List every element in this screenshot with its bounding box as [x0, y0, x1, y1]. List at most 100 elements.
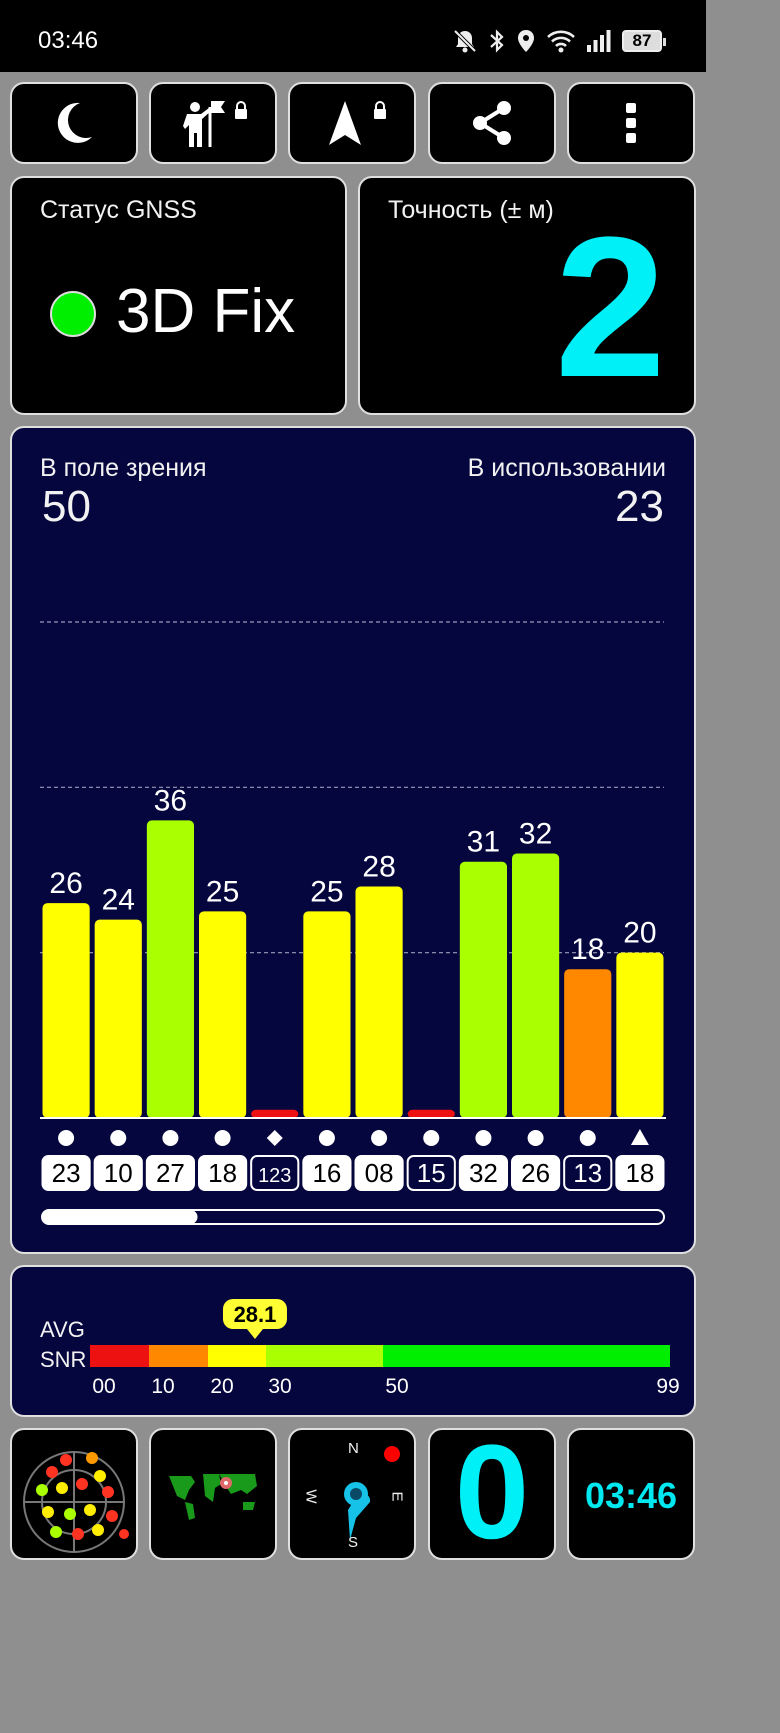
constellation-marker [527, 1130, 544, 1146]
signal-icon [587, 30, 611, 52]
snr-bar [251, 1109, 299, 1118]
snr-bar [94, 919, 142, 1118]
satellite-id: 15 [417, 1158, 446, 1188]
snr-bar-chart: 26 23 24 10 36 27 25 18 123 25 16 28 08 15 31 32 32 26 18 1… [40, 621, 666, 1225]
snr-scale-segment [383, 1345, 670, 1367]
clock-button[interactable]: 03:46 [567, 1428, 695, 1560]
snr-bar [303, 911, 351, 1118]
world-map-button[interactable] [149, 1428, 277, 1560]
snr-value-label: 25 [206, 875, 239, 908]
snr-bar [616, 952, 664, 1118]
snr-scale-tick: 99 [656, 1375, 679, 1398]
snr-value-label: 20 [623, 917, 656, 950]
satellite-id: 32 [469, 1158, 498, 1188]
person-flag-icon [183, 101, 247, 147]
gnss-status-label: Статус GNSS [40, 196, 197, 224]
more-vertical-icon [626, 103, 636, 143]
accuracy-card: Точность (± м) 2 [358, 176, 696, 415]
share-icon [473, 101, 511, 145]
satellite-id: 18 [625, 1158, 654, 1188]
satellite-id: 23 [52, 1158, 81, 1188]
satellite-id: 27 [156, 1158, 185, 1188]
constellation-marker [475, 1130, 492, 1146]
navigation-arrow-icon [329, 101, 386, 145]
snr-value-label: 36 [154, 784, 187, 817]
battery-icon: 87 [622, 30, 666, 52]
satellites-card: В поле зрения 50 В использовании 23 26 23… [10, 426, 696, 1254]
snr-scale-segment [149, 1345, 208, 1367]
fix-indicator-icon [50, 291, 96, 337]
fix-status-value: 3D Fix [116, 277, 296, 346]
constellation-marker [214, 1130, 231, 1146]
compass-s-label: S [348, 1534, 359, 1551]
sky-view-button[interactable] [10, 1428, 138, 1560]
snr-value-label: 24 [102, 884, 135, 917]
avg-snr-card: AVG SNR 00 10 20 30 50 99 28.1 [10, 1265, 696, 1417]
satellite-id: 16 [312, 1158, 341, 1188]
constellation-marker [630, 1129, 649, 1145]
status-bar: 03:46 87 [0, 0, 706, 72]
location-pin-icon [518, 30, 534, 52]
constellation-marker [423, 1130, 440, 1146]
snr-scale-segment [266, 1345, 383, 1367]
snr-bar [146, 820, 194, 1118]
bell-muted-icon [453, 29, 477, 53]
snr-value-label: 28 [362, 851, 395, 884]
snr-value-label: 26 [49, 867, 82, 900]
bluetooth-icon [490, 29, 504, 53]
snr-bar [407, 1109, 455, 1118]
moon-icon [57, 102, 92, 143]
compass-e-label: E [388, 1491, 406, 1502]
constellation-marker [318, 1130, 335, 1146]
snr-bar [459, 861, 507, 1118]
snr-scale-segment [90, 1345, 149, 1367]
snr-scale-tick: 00 [92, 1375, 115, 1398]
snr-bar [564, 969, 612, 1118]
snr-scale-tick: 30 [268, 1375, 291, 1398]
share-button[interactable] [428, 82, 556, 164]
constellation-marker [162, 1130, 179, 1146]
compass-button[interactable]: N E S W [288, 1428, 416, 1560]
world-map-icon [165, 1470, 265, 1520]
status-time: 03:46 [38, 27, 99, 54]
gnss-status-card: Статус GNSS 3D Fix [10, 176, 347, 415]
compass-n-label: N [348, 1440, 359, 1457]
avg-snr-value: 28.1 [234, 1302, 277, 1327]
constellation-marker [266, 1130, 283, 1146]
satellite-id: 13 [573, 1158, 602, 1188]
snr-scale-segment [208, 1345, 266, 1367]
status-icons: 87 [452, 24, 666, 58]
counter-button[interactable]: 0 [428, 1428, 556, 1560]
constellation-marker [58, 1130, 75, 1146]
snr-bar [42, 903, 90, 1118]
satellite-id: 08 [365, 1158, 394, 1188]
more-button[interactable] [567, 82, 695, 164]
snr-bar [199, 911, 247, 1118]
constellation-marker [110, 1130, 127, 1146]
satellite-id: 18 [208, 1158, 237, 1188]
constellation-marker [579, 1130, 596, 1146]
satellite-id: 26 [521, 1158, 550, 1188]
night-mode-button[interactable] [10, 82, 138, 164]
avg-snr-scale: 00 10 20 30 50 99 28.1 [90, 1299, 680, 1398]
snr-bar [512, 853, 560, 1118]
compass-w-label: W [302, 1489, 320, 1504]
waypoint-button[interactable] [149, 82, 277, 164]
snr-value-label: 32 [519, 817, 552, 850]
satellite-id: 10 [104, 1158, 133, 1188]
snr-scale-tick: 10 [151, 1375, 174, 1398]
wifi-icon [547, 30, 575, 53]
snr-value-label: 25 [310, 875, 343, 908]
chart-scrollbar-thumb [42, 1210, 198, 1224]
snr-scale-tick: 50 [385, 1375, 408, 1398]
accuracy-label: Точность (± м) [388, 196, 554, 224]
constellation-marker [371, 1130, 388, 1146]
snr-value-label: 18 [571, 933, 604, 966]
counter-value: 0 [454, 1428, 530, 1560]
snr-bar [355, 886, 403, 1118]
navigation-button[interactable] [288, 82, 416, 164]
satellite-id: 123 [258, 1165, 291, 1187]
snr-value-label: 31 [467, 826, 500, 859]
accuracy-value: 2 [554, 196, 666, 419]
snr-scale-tick: 20 [210, 1375, 233, 1398]
